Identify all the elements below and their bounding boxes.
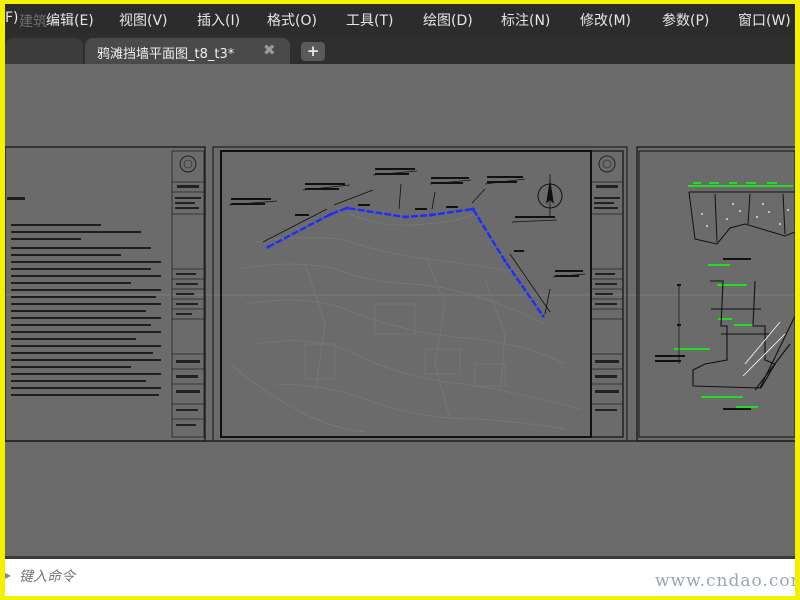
menu-view[interactable]: 视图(V) xyxy=(119,10,168,30)
menu-edit[interactable]: 编辑(E) xyxy=(46,10,94,30)
tab-previous[interactable] xyxy=(5,38,83,64)
tab-active-drawing[interactable]: 鸦滩挡墙平面图_t8_t3* ✖ xyxy=(85,38,290,64)
drawing-svg xyxy=(5,146,795,442)
north-arrow-icon xyxy=(537,174,563,218)
command-input[interactable] xyxy=(17,566,581,588)
dimension-leaders xyxy=(228,170,586,315)
section-hatch-dots xyxy=(701,203,789,227)
tab-label: 鸦滩挡墙平面图_t8_t3* xyxy=(97,47,235,62)
menu-modify[interactable]: 修改(M) xyxy=(580,10,631,30)
menu-window[interactable]: 窗口(W) xyxy=(738,10,791,30)
watermark: www.cndao.com xyxy=(655,571,795,591)
sheet-center xyxy=(212,146,628,442)
notes-text-block xyxy=(7,197,161,396)
wall-section-upper xyxy=(688,191,795,245)
drawing-canvas[interactable] xyxy=(5,64,795,556)
retaining-wall-line xyxy=(267,206,544,317)
document-tab-bar: 鸦滩挡墙平面图_t8_t3* ✖ + xyxy=(5,34,795,64)
menu-tools[interactable]: 工具(T) xyxy=(346,10,393,30)
menu-file[interactable]: F) xyxy=(5,10,19,26)
close-icon[interactable]: ✖ xyxy=(263,41,276,59)
menu-dimension[interactable]: 标注(N) xyxy=(501,10,550,30)
menu-draw[interactable]: 绘图(D) xyxy=(423,10,473,30)
new-tab-button[interactable]: + xyxy=(301,42,325,61)
menu-insert[interactable]: 插入(I) xyxy=(197,10,240,30)
command-prompt-icon: ▸ xyxy=(5,568,12,582)
menu-format[interactable]: 格式(O) xyxy=(267,10,317,30)
site-linework xyxy=(229,213,581,433)
menu-parameters[interactable]: 参数(P) xyxy=(662,10,709,30)
title-block-logo xyxy=(179,155,197,173)
wall-profile-lower xyxy=(692,280,795,391)
sheet-right xyxy=(636,146,795,442)
title-block-logo xyxy=(598,155,616,173)
app-logo: 建筑 xyxy=(19,14,47,30)
menu-bar: F) 建筑 编辑(E) 视图(V) 插入(I) 格式(O) 工具(T) 绘图(D… xyxy=(5,4,795,34)
application-window: F) 建筑 编辑(E) 视图(V) 插入(I) 格式(O) 工具(T) 绘图(D… xyxy=(5,4,795,596)
sheet-left xyxy=(5,146,206,442)
dimension-annotations xyxy=(231,168,583,277)
